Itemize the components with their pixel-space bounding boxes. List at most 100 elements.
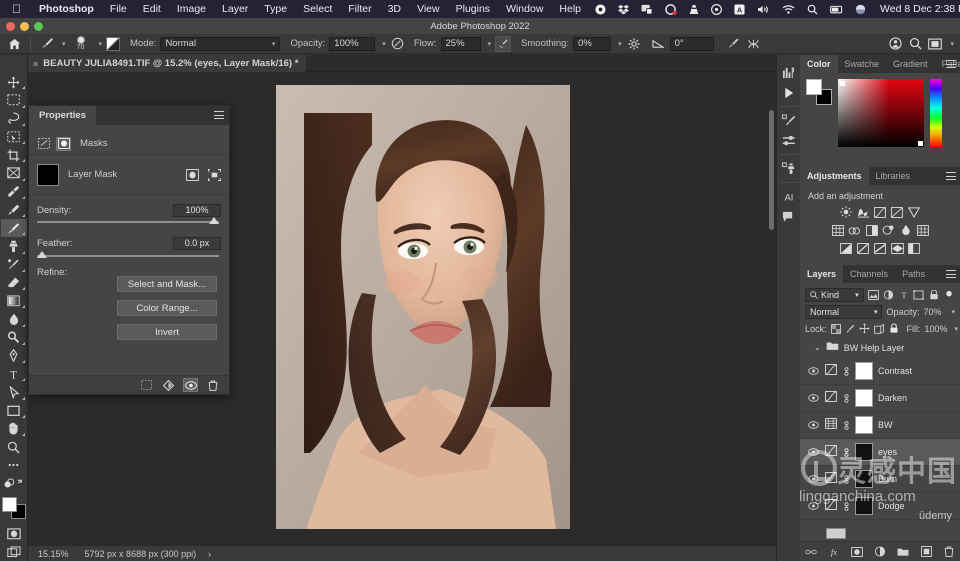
type-filter-icon[interactable]: T: [898, 289, 909, 301]
invert-icon[interactable]: [840, 242, 853, 254]
menu-item-type[interactable]: Type: [256, 3, 295, 15]
fx-icon[interactable]: fx: [828, 546, 840, 558]
opacity-input[interactable]: 100%: [329, 37, 375, 51]
brush-settings-icon[interactable]: [778, 111, 800, 130]
panel-menu-icon[interactable]: [214, 111, 224, 119]
lock-all-icon[interactable]: [889, 323, 899, 335]
density-slider[interactable]: [37, 221, 219, 223]
pressure-opacity-icon[interactable]: [390, 36, 406, 52]
layer-row-darken[interactable]: Darken: [800, 385, 960, 412]
eyedropper-tool[interactable]: [1, 183, 27, 201]
foreground-color-swatch[interactable]: [806, 79, 822, 95]
tablet-pressure-icon[interactable]: [726, 36, 742, 52]
feather-slider-knob[interactable]: [37, 251, 47, 258]
screen-mode-icon[interactable]: [1, 543, 27, 561]
color-balance-icon[interactable]: [848, 224, 861, 236]
feather-slider[interactable]: [37, 255, 219, 257]
layer-mask-thumbnail[interactable]: [855, 497, 873, 515]
new-layer-icon[interactable]: [920, 546, 932, 558]
pixel-mask-icon[interactable]: [57, 138, 70, 150]
menu-item-plugins[interactable]: Plugins: [448, 3, 498, 15]
battery-icon[interactable]: [824, 4, 849, 15]
shape-filter-icon[interactable]: [913, 289, 924, 301]
menu-item-edit[interactable]: Edit: [135, 3, 169, 15]
gear-icon[interactable]: [626, 36, 642, 52]
vector-mask-icon[interactable]: [37, 138, 50, 150]
fill-chevron-icon[interactable]: ▾: [955, 325, 959, 333]
workspace-icon[interactable]: [927, 36, 943, 52]
opacity-chevron-icon[interactable]: ▾: [382, 40, 386, 48]
quick-mask-icon[interactable]: [1, 525, 27, 543]
flow-input[interactable]: 25%: [441, 37, 481, 51]
layer-visibility-icon[interactable]: [806, 394, 820, 402]
layer-mask-thumbnail[interactable]: [855, 362, 873, 380]
brush-icon[interactable]: [39, 36, 55, 52]
layer-row-bw[interactable]: BW: [800, 412, 960, 439]
new-group-icon[interactable]: [897, 546, 909, 558]
menu-item-window[interactable]: Window: [498, 3, 551, 15]
pixel-filter-icon[interactable]: [868, 289, 879, 301]
toggle-mask-icon[interactable]: [184, 379, 197, 391]
layer-link-icon[interactable]: [842, 393, 850, 404]
apply-mask-icon[interactable]: [208, 169, 221, 181]
layer-row-burn[interactable]: Burn: [800, 466, 960, 493]
color-field-picker[interactable]: [838, 79, 924, 147]
new-adjustment-icon[interactable]: [874, 546, 886, 558]
brush-settings-chevron-icon[interactable]: ▾: [99, 40, 103, 48]
delete-mask-icon[interactable]: [206, 379, 219, 391]
blend-mode-select[interactable]: Normal ▾: [805, 305, 882, 319]
gaming-icon[interactable]: [659, 4, 683, 15]
color-picker-marker[interactable]: [918, 141, 923, 146]
layer-link-icon[interactable]: [842, 474, 850, 485]
gradient-map-icon[interactable]: [891, 242, 904, 254]
menu-item-filter[interactable]: Filter: [340, 3, 379, 15]
threshold-icon[interactable]: [874, 242, 887, 254]
panel-menu-icon[interactable]: [946, 60, 956, 68]
layer-mask-thumbnail[interactable]: [855, 470, 873, 488]
menu-item-image[interactable]: Image: [169, 3, 214, 15]
clone-stamp-tool[interactable]: [1, 237, 27, 255]
close-window-button[interactable]: [6, 22, 15, 31]
layer-visibility-icon[interactable]: [806, 448, 820, 456]
opacity-chevron-icon[interactable]: ▾: [951, 308, 955, 316]
dodge-tool[interactable]: [1, 329, 27, 347]
document-tab[interactable]: × BEAUTY JULIA8491.TIF @ 15.2% (eyes, La…: [28, 55, 306, 72]
airbrush-icon[interactable]: [495, 36, 511, 52]
vibrance-icon[interactable]: [908, 206, 921, 218]
load-selection-icon[interactable]: [140, 379, 153, 391]
layer-mask-thumbnail[interactable]: [855, 443, 873, 461]
path-selection-tool[interactable]: [1, 383, 27, 401]
brush-tool[interactable]: [1, 219, 27, 237]
feather-value[interactable]: 0.0 px: [173, 237, 221, 250]
zoom-level[interactable]: 15.15%: [28, 549, 79, 559]
document-image[interactable]: [276, 85, 570, 529]
color-mode-icons[interactable]: [1, 475, 27, 493]
menu-item-view[interactable]: View: [409, 3, 448, 15]
menu-item-3d[interactable]: 3D: [380, 3, 409, 15]
home-icon[interactable]: [6, 36, 22, 52]
layer-visibility-icon[interactable]: [806, 502, 820, 510]
layer-link-icon[interactable]: [842, 420, 850, 431]
lock-position-icon[interactable]: [859, 323, 870, 335]
smart-object-filter-icon[interactable]: [929, 289, 940, 301]
flow-chevron-icon[interactable]: ▾: [488, 40, 492, 48]
delete-layer-icon[interactable]: [943, 546, 955, 558]
layer-visibility-icon[interactable]: [806, 475, 820, 483]
search-icon[interactable]: [801, 4, 824, 15]
panel-menu-icon[interactable]: [946, 172, 956, 180]
lock-image-icon[interactable]: [845, 323, 855, 335]
layer-link-icon[interactable]: [842, 447, 850, 458]
tab-paths[interactable]: Paths: [895, 265, 932, 283]
foreground-color-swatch[interactable]: [2, 497, 17, 512]
dropbox-icon[interactable]: [612, 4, 635, 15]
pen-tool[interactable]: [1, 347, 27, 365]
adjustment-filter-icon[interactable]: [883, 289, 894, 301]
tab-color[interactable]: Color: [800, 55, 838, 73]
layer-row-contrast[interactable]: Contrast: [800, 358, 960, 385]
density-slider-knob[interactable]: [209, 217, 219, 224]
tab-adjustments[interactable]: Adjustments: [800, 167, 869, 185]
add-mask-icon[interactable]: [162, 379, 175, 391]
black-white-icon[interactable]: [865, 224, 878, 236]
canvas-vertical-scrollbar[interactable]: [769, 110, 774, 230]
layer-group-bw-help-layer[interactable]: ⌄ BW Help Layer: [800, 337, 960, 358]
